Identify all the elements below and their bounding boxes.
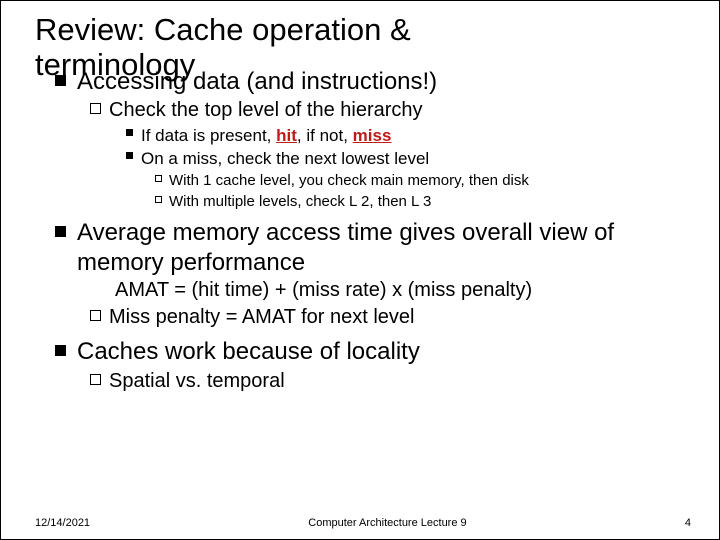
text-prefix: If data is present,	[141, 126, 276, 145]
bullet-amat: Average memory access time gives overall…	[43, 218, 691, 277]
bullet-check-top-level: Check the top level of the hierarchy	[81, 97, 691, 124]
square-bullet-icon	[43, 345, 77, 356]
keyword-miss: miss	[353, 126, 392, 145]
text: With multiple levels, check L 2, then L …	[169, 192, 431, 213]
bullet-miss-penalty: Miss penalty = AMAT for next level	[81, 304, 691, 331]
text: On a miss, check the next lowest level	[141, 147, 429, 170]
title-line-1: Review: Cache operation &	[35, 13, 411, 48]
square-outline-icon	[147, 196, 169, 203]
text: Caches work because of locality	[77, 337, 420, 366]
title-block: Review: Cache operation & terminology Ac…	[35, 13, 691, 97]
text-mid: , if not,	[297, 126, 353, 145]
text: Accessing data (and instructions!)	[77, 67, 437, 96]
square-bullet-icon	[43, 75, 77, 86]
text: Miss penalty = AMAT for next level	[109, 304, 415, 331]
slide-footer: 12/14/2021 Computer Architecture Lecture…	[35, 517, 691, 529]
text: If data is present, hit, if not, miss	[141, 124, 391, 147]
text: Average memory access time gives overall…	[77, 218, 691, 277]
bullet-multi-level: With multiple levels, check L 2, then L …	[147, 192, 691, 213]
text: Spatial vs. temporal	[109, 368, 285, 395]
square-bullet-icon	[43, 226, 77, 237]
slide-content: Review: Cache operation & terminology Ac…	[35, 13, 691, 395]
footer-date: 12/14/2021	[35, 517, 90, 529]
bullet-on-miss: On a miss, check the next lowest level	[117, 147, 691, 170]
bullet-spatial-temporal: Spatial vs. temporal	[81, 368, 691, 395]
amat-formula: AMAT = (hit time) + (miss rate) x (miss …	[115, 279, 691, 302]
bullet-accessing-data: Accessing data (and instructions!)	[43, 67, 437, 96]
text: With 1 cache level, you check main memor…	[169, 171, 529, 192]
footer-page-number: 4	[685, 517, 691, 529]
bullet-locality: Caches work because of locality	[43, 337, 691, 366]
footer-center: Computer Architecture Lecture 9	[90, 517, 685, 529]
keyword-hit: hit	[276, 126, 297, 145]
text: Check the top level of the hierarchy	[109, 97, 423, 124]
bullet-one-cache-level: With 1 cache level, you check main memor…	[147, 171, 691, 192]
square-bullet-icon	[117, 152, 141, 159]
square-outline-icon	[81, 374, 109, 385]
square-outline-icon	[147, 175, 169, 182]
square-outline-icon	[81, 103, 109, 114]
bullet-hit-miss: If data is present, hit, if not, miss	[117, 124, 691, 147]
square-bullet-icon	[117, 129, 141, 136]
square-outline-icon	[81, 310, 109, 321]
